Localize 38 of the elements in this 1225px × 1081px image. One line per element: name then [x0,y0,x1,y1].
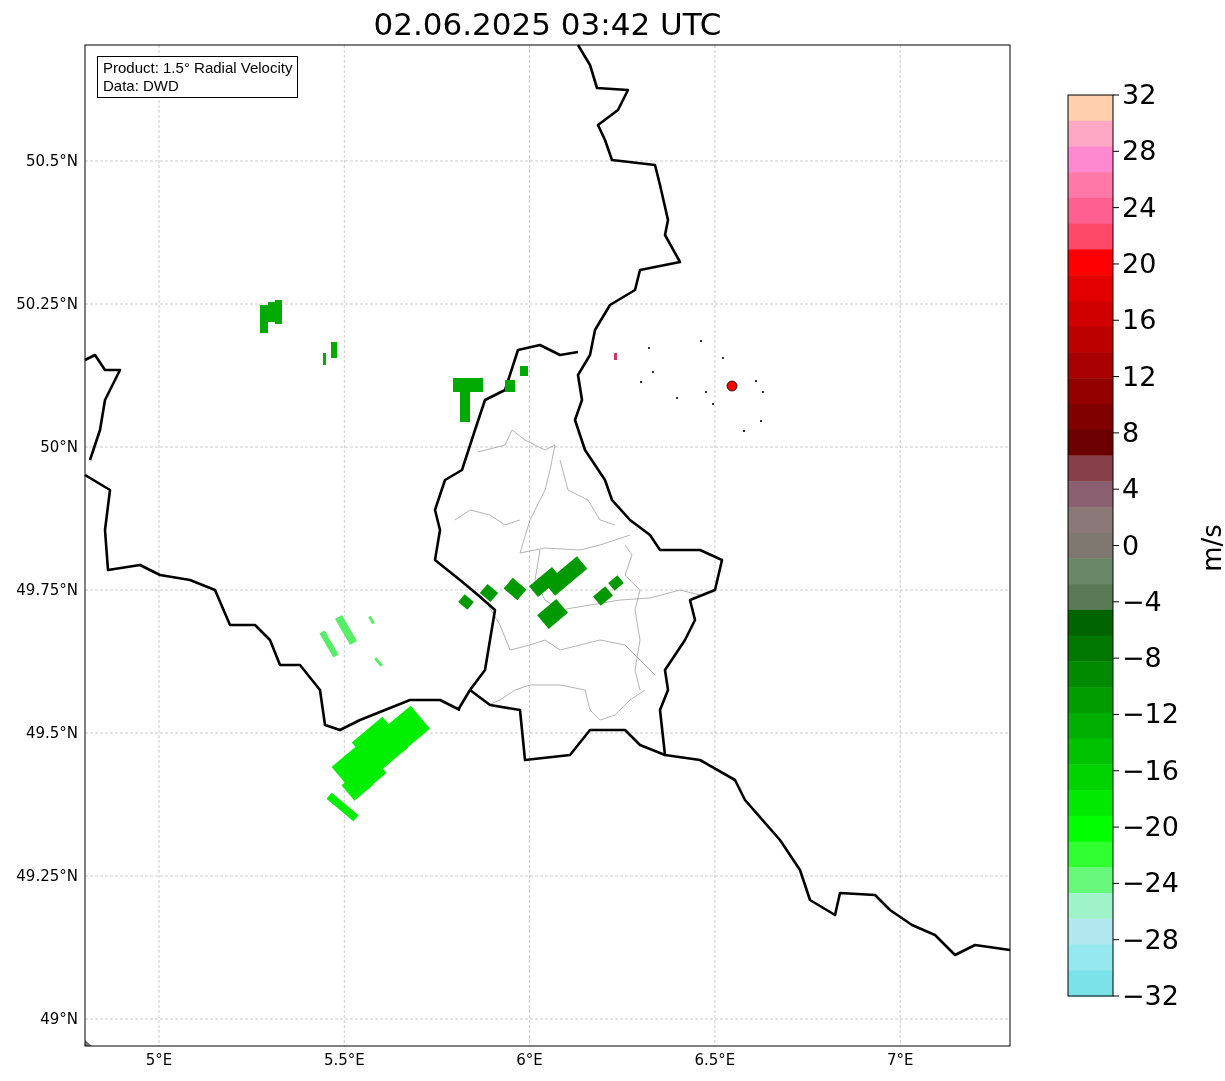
info-text: Product: 1.5° Radial Velocity [103,59,293,77]
latitude-label: 50.25°N [16,295,78,313]
colorbar-tick-label: 12 [1122,361,1157,392]
colorbar-tick-label: 24 [1122,192,1157,223]
colorbar-unit-label: m/s [1196,524,1225,572]
colorbar-tick-label: −8 [1122,643,1162,674]
radar-echo [323,342,337,365]
colorbar-tick-label: −28 [1122,924,1179,955]
longitude-label: 5°E [145,1051,173,1069]
info-text: Data: DWD [103,77,180,95]
colorbar-tick-label: −16 [1122,755,1179,786]
longitude-label: 7°E [886,1051,914,1069]
chart-title: 02.06.2025 03:42 UTC [372,5,723,44]
longitude-label: 5.5°E [323,1051,365,1069]
radar-echo [319,615,383,667]
colorbar-tick-label: 20 [1122,248,1157,279]
colorbar-tick-label: −24 [1122,868,1179,899]
longitude-label: 6.5°E [694,1051,736,1069]
colorbar-tick-label: −32 [1122,981,1179,1011]
colorbar-tick-label: 32 [1122,80,1157,110]
radar-echo [614,353,617,360]
latitude-label: 49°N [40,1010,78,1028]
colorbar-tick-label: 28 [1122,136,1157,167]
latitude-label: 49.5°N [25,724,78,742]
latitude-label: 49.75°N [16,581,78,599]
radar-echo [260,300,282,333]
colorbar-tick-label: 4 [1122,474,1140,505]
colorbar-tick-label: 16 [1122,305,1157,336]
latitude-label: 50°N [40,438,78,456]
latitude-label: 50.5°N [25,152,78,170]
radar-site-marker [726,380,738,392]
colorbar-tick-label: −12 [1122,699,1179,730]
colorbar-tick-label: −20 [1122,812,1179,843]
latitude-label: 49.25°N [16,867,78,885]
colorbar-tick-label: −4 [1122,586,1162,617]
colorbar-tick-label: 8 [1122,417,1140,448]
longitude-label: 6°E [516,1051,543,1069]
colorbar-tick-label: 0 [1122,530,1140,561]
